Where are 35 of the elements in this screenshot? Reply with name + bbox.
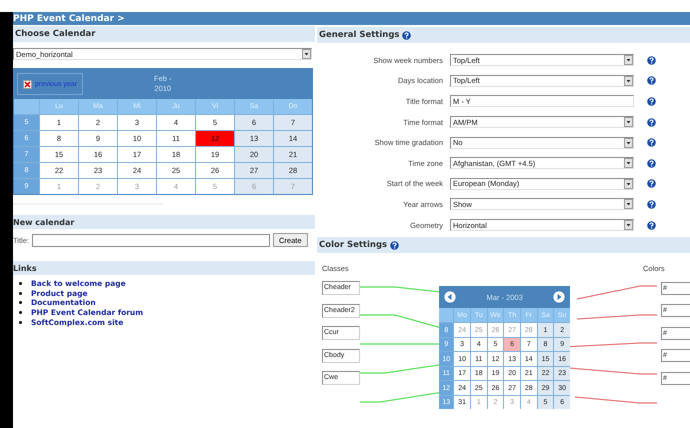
help-icon	[402, 30, 412, 40]
help-icon	[647, 158, 656, 168]
caret-icon	[624, 76, 633, 86]
caret-icon	[624, 117, 633, 128]
corner-cell	[14, 99, 39, 114]
caret-icon	[624, 178, 633, 189]
section-title: Choose Calendar	[15, 29, 96, 39]
caret-icon	[624, 138, 633, 148]
list-bullet	[19, 282, 22, 286]
section-title: Color Settings	[319, 240, 388, 250]
help-icon	[647, 200, 656, 209]
help-icon	[647, 96, 656, 106]
help-icon	[647, 179, 656, 188]
caret-icon	[624, 55, 633, 66]
section-title: General Settings	[319, 30, 400, 40]
help-icon	[647, 118, 656, 127]
title-input-field[interactable]	[32, 234, 270, 246]
section-title: New calendar	[13, 218, 74, 226]
list-bullet	[19, 301, 22, 304]
breadcrumb[interactable]: PHP Event Calendar >	[13, 14, 125, 24]
help-icon	[647, 138, 656, 148]
section-title: Links	[13, 264, 37, 272]
help-icon	[647, 56, 656, 65]
help-icon	[647, 76, 656, 86]
help-icon	[647, 220, 656, 230]
corner-cell	[439, 308, 454, 322]
help-icon	[390, 240, 400, 250]
caret-icon	[302, 49, 311, 59]
list-bullet	[19, 311, 22, 314]
caret-icon	[624, 220, 633, 230]
broken-image-icon	[23, 80, 32, 88]
list-bullet	[19, 320, 22, 324]
caret-icon	[624, 158, 633, 168]
caret-icon	[624, 199, 633, 210]
list-bullet	[19, 292, 22, 295]
